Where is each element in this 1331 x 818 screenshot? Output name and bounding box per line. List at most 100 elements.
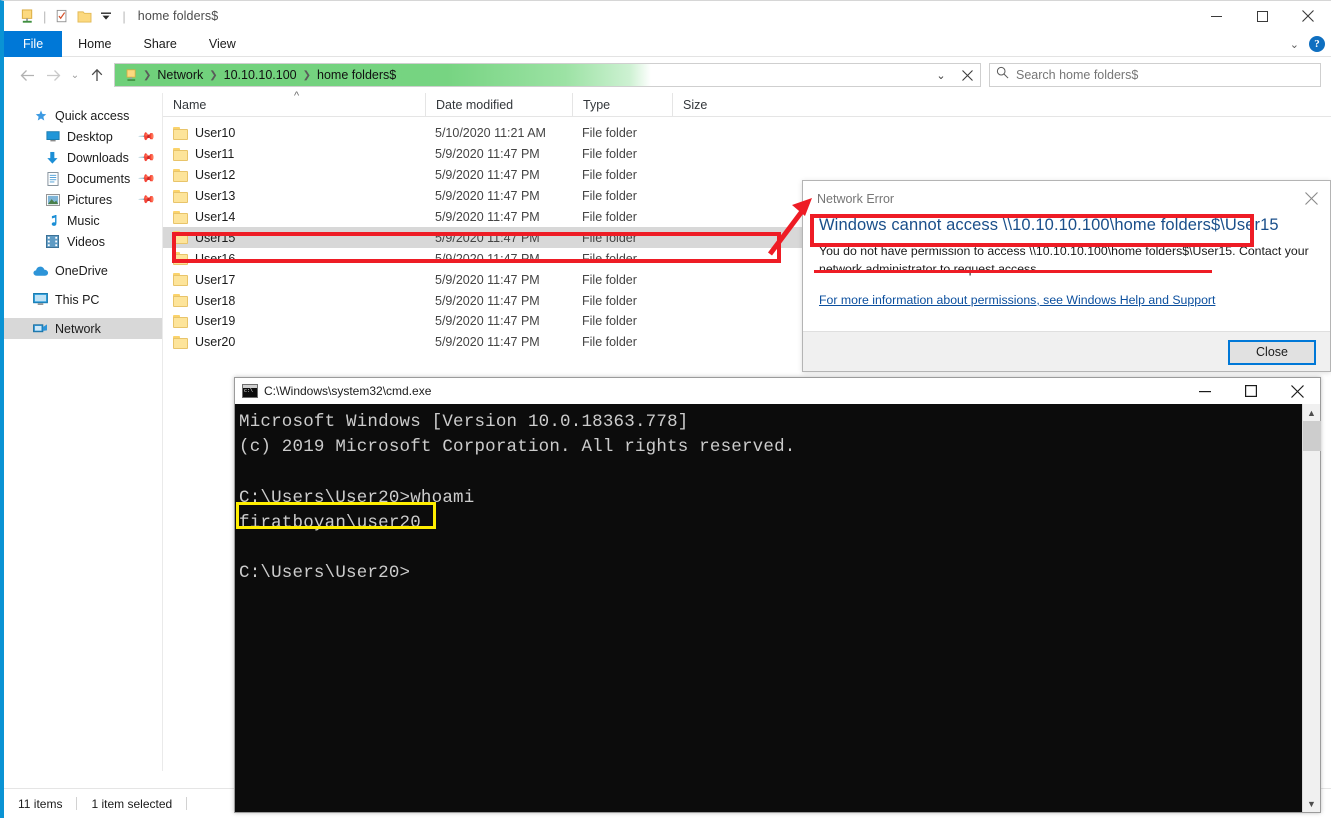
file-name: User15 [195, 230, 236, 245]
column-header-type[interactable]: Type [572, 92, 672, 117]
recent-locations-icon[interactable]: ⌄ [66, 62, 84, 88]
sidebar-item-downloads[interactable]: Downloads 📌 [4, 147, 162, 168]
cmd-minimize-button[interactable] [1182, 378, 1228, 404]
forward-button[interactable] [40, 62, 66, 88]
column-header-date-modified[interactable]: Date modified [425, 92, 572, 117]
folder-icon [173, 168, 188, 182]
dialog-help-link[interactable]: For more information about permissions, … [803, 279, 1330, 307]
tab-home[interactable]: Home [62, 31, 127, 57]
customize-dropdown-icon[interactable] [95, 5, 117, 27]
breadcrumb-item-network[interactable]: Network [152, 68, 208, 82]
pin-icon[interactable]: 📌 [138, 148, 157, 167]
file-date: 5/10/2020 11:21 AM [435, 126, 546, 141]
tab-view[interactable]: View [193, 31, 252, 57]
address-bar[interactable]: ❯ Network ❯ 10.10.10.100 ❯ home folders$… [114, 63, 981, 87]
sidebar-label: Desktop [67, 129, 113, 144]
nav-spacer-3 [4, 310, 162, 318]
cmd-scrollbar[interactable]: ▲ ▼ [1302, 404, 1321, 812]
close-button[interactable] [1285, 1, 1331, 31]
scroll-up-icon[interactable]: ▲ [1303, 404, 1321, 421]
cmd-console-icon [242, 384, 258, 398]
document-icon [44, 171, 61, 187]
cmd-close-button[interactable] [1274, 378, 1320, 404]
breadcrumb: ❯ Network ❯ 10.10.10.100 ❯ home folders$ [115, 64, 401, 86]
help-icon[interactable]: ? [1309, 36, 1325, 52]
scroll-down-icon[interactable]: ▼ [1303, 795, 1321, 812]
up-button[interactable] [84, 62, 110, 88]
folder-icon [173, 231, 188, 245]
table-row[interactable]: User10 5/10/2020 11:21 AM File folder [163, 123, 1331, 144]
close-button[interactable]: Close [1228, 339, 1316, 365]
search-placeholder: Search home folders$ [1016, 68, 1139, 82]
video-film-icon [44, 234, 61, 250]
sidebar-item-documents[interactable]: Documents 📌 [4, 168, 162, 189]
sidebar-item-desktop[interactable]: Desktop 📌 [4, 126, 162, 147]
tab-file[interactable]: File [4, 31, 63, 57]
sidebar-item-music[interactable]: Music [4, 210, 162, 231]
sidebar-item-onedrive[interactable]: OneDrive [4, 260, 162, 281]
cmd-line-output-highlighted: firatboyan\user20 [239, 512, 421, 533]
column-headers: Name Date modified Type Size ^ [163, 90, 1331, 117]
column-header-size[interactable]: Size [672, 92, 747, 117]
status-selection: 1 item selected [91, 796, 173, 811]
status-item-count: 11 items [18, 796, 63, 811]
pin-icon[interactable]: 📌 [138, 190, 157, 209]
sidebar-label: Network [55, 321, 101, 336]
folder-icon [173, 210, 188, 224]
back-button[interactable] [14, 62, 40, 88]
pin-icon[interactable]: 📌 [138, 127, 157, 146]
breadcrumb-separator-1: ❯ [209, 69, 218, 81]
file-size [672, 207, 747, 228]
file-type: File folder [582, 168, 637, 183]
file-type: File folder [582, 189, 637, 204]
chevron-down-icon[interactable]: ⌄ [1290, 38, 1299, 51]
command-prompt-window: C:\Windows\system32\cmd.exe Microsoft Wi… [234, 377, 1321, 813]
maximize-button[interactable] [1239, 1, 1285, 31]
folder-icon [173, 126, 188, 140]
file-type: File folder [582, 230, 637, 245]
file-date: 5/9/2020 11:47 PM [435, 147, 540, 162]
file-name: User14 [195, 210, 236, 224]
minimize-button[interactable] [1193, 1, 1239, 31]
previous-locations-icon[interactable]: ⌄ [928, 64, 954, 86]
file-date: 5/9/2020 11:47 PM [435, 293, 540, 308]
cmd-console-output[interactable]: Microsoft Windows [Version 10.0.18363.77… [235, 404, 1302, 812]
search-input[interactable]: Search home folders$ [989, 63, 1321, 87]
breadcrumb-item-share[interactable]: home folders$ [312, 68, 401, 82]
file-name: User20 [195, 335, 236, 350]
file-date: 5/9/2020 11:47 PM [435, 251, 540, 266]
tab-share[interactable]: Share [128, 31, 193, 57]
file-type: File folder [582, 251, 637, 266]
sidebar-item-quick-access[interactable]: Quick access [4, 105, 162, 126]
dialog-content: Network Error Windows cannot access \\10… [803, 181, 1330, 331]
file-name-cell: User16 [163, 248, 425, 269]
window-title: home folders$ [137, 9, 219, 23]
file-name: User13 [195, 189, 236, 204]
dialog-close-icon[interactable] [1300, 188, 1322, 208]
sidebar-item-this-pc[interactable]: This PC [4, 289, 162, 310]
sidebar-item-network[interactable]: Network [4, 318, 162, 339]
table-row[interactable]: User11 5/9/2020 11:47 PM File folder [163, 144, 1331, 165]
file-name: User11 [195, 147, 235, 162]
annotation-underline-permission-text [814, 270, 1212, 273]
sidebar-label: Downloads [67, 150, 129, 165]
folder-icon [173, 335, 188, 349]
breadcrumb-separator-2: ❯ [302, 69, 312, 81]
computer-icon [32, 292, 49, 308]
pin-icon[interactable]: 📌 [138, 169, 157, 188]
file-name: User17 [195, 272, 236, 287]
stop-icon[interactable] [954, 64, 980, 86]
new-folder-icon[interactable] [73, 5, 95, 27]
file-name-cell: User19 [163, 311, 425, 332]
nav-spacer-2 [4, 281, 162, 289]
cmd-maximize-button[interactable] [1228, 378, 1274, 404]
breadcrumb-item-host[interactable]: 10.10.10.100 [219, 68, 302, 82]
folder-properties-icon[interactable] [51, 5, 73, 27]
file-date: 5/9/2020 11:47 PM [435, 230, 540, 245]
sidebar-item-pictures[interactable]: Pictures 📌 [4, 189, 162, 210]
sidebar-item-videos[interactable]: Videos [4, 231, 162, 252]
scrollbar-thumb[interactable] [1302, 421, 1321, 451]
file-size [672, 290, 747, 311]
search-icon [996, 66, 1009, 84]
